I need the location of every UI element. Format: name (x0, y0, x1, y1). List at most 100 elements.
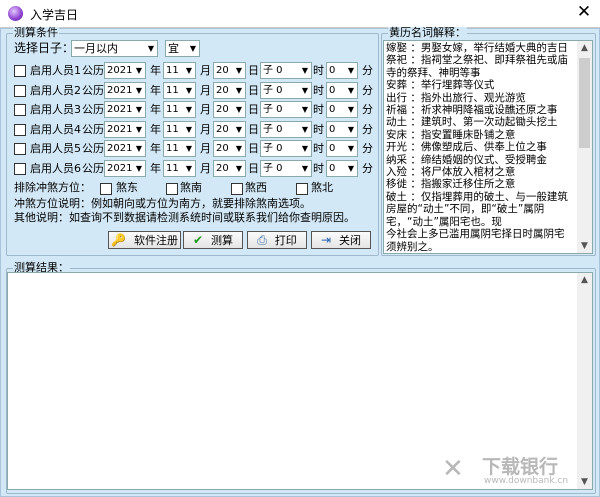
day-select[interactable]: 20 ▼ (213, 62, 246, 79)
chevron-down-icon: ▼ (147, 44, 154, 53)
chevron-down-icon: ▼ (235, 144, 242, 154)
scroll-down-icon[interactable]: ▼ (577, 241, 592, 251)
person-row: 启用人员4 公历 2021 ▼ 年 11 ▼ 月 20 ▼ 日 子 0 ▼ 时 0 ▼ 分 (0, 120, 378, 140)
close-window-button[interactable]: ✕ (572, 2, 596, 22)
minute-select[interactable]: 0 ▼ (326, 101, 358, 119)
glossary-scrollbar[interactable]: ▲ ▼ (577, 41, 592, 253)
scroll-down-icon[interactable]: ▼ (577, 477, 592, 487)
glossary-line: 解除 ：指冲洗清扫宅舍、解除灾厄等事 (386, 253, 578, 254)
minute-select[interactable]: 0 ▼ (326, 120, 358, 138)
person-label: 启用人员3 (30, 103, 81, 117)
hour-unit: 时 (313, 122, 324, 136)
register-button[interactable]: 🔑 软件注册 (108, 231, 181, 249)
close-button[interactable]: ⇥ 关闭 (311, 231, 371, 249)
enable-person-checkbox[interactable] (14, 163, 26, 175)
year-select[interactable]: 2021 ▼ (104, 140, 146, 158)
scroll-up-icon[interactable]: ▲ (577, 43, 592, 53)
enable-person-checkbox[interactable] (14, 84, 26, 97)
enable-person-checkbox[interactable] (14, 123, 26, 136)
app-icon (8, 6, 23, 21)
month-select[interactable]: 11 ▼ (163, 81, 196, 99)
year-select[interactable]: 2021 ▼ (104, 62, 146, 79)
day-select[interactable]: 20 ▼ (213, 160, 246, 177)
hour-select[interactable]: 子 0 ▼ (260, 101, 312, 119)
enable-person-checkbox[interactable] (14, 65, 26, 77)
print-button[interactable]: ⎙ 打印 (247, 231, 307, 249)
day-select[interactable]: 20 ▼ (213, 120, 246, 138)
person-label: 启用人员5 (30, 142, 81, 156)
enable-person-checkbox[interactable] (14, 143, 26, 156)
year-select[interactable]: 2021 ▼ (104, 160, 146, 177)
day-select[interactable]: 20 ▼ (213, 140, 246, 158)
year-select[interactable]: 2021 ▼ (104, 101, 146, 119)
direction-east-label: 煞东 (116, 181, 138, 194)
month-select[interactable]: 11 ▼ (163, 140, 196, 158)
results-scrollbar[interactable]: ▲ ▼ (577, 273, 592, 489)
hour-unit: 时 (313, 162, 324, 175)
hour-select-value: 子 0 (263, 123, 283, 135)
glossary-line: 宅，“动土”属阳宅也。现 (386, 215, 502, 228)
hour-select[interactable]: 子 0 ▼ (260, 120, 312, 138)
glossary-line: 祈福 ：祈求神明降福或设醮还原之事 (386, 104, 558, 117)
day-select[interactable]: 20 ▼ (213, 101, 246, 119)
minute-select-value: 0 (329, 84, 336, 96)
month-unit: 月 (200, 103, 211, 117)
chevron-down-icon: ▼ (185, 124, 192, 134)
chevron-down-icon: ▼ (185, 144, 192, 154)
enable-person-checkbox[interactable] (14, 104, 26, 117)
year-select[interactable]: 2021 ▼ (104, 81, 146, 99)
chevron-down-icon: ▼ (185, 66, 192, 75)
hour-select[interactable]: 子 0 ▼ (260, 160, 312, 177)
calculate-label: 测算 (211, 234, 234, 247)
range-select[interactable]: 一月以内 ▼ (71, 40, 158, 57)
close-label: 关闭 (339, 234, 362, 247)
month-unit: 月 (200, 142, 211, 156)
glossary-line: 房屋的“动土”不同，即“破土”属阴 (386, 203, 545, 216)
year-select-value: 2021 (107, 65, 133, 76)
month-select[interactable]: 11 ▼ (163, 101, 196, 119)
year-unit: 年 (150, 142, 161, 156)
printer-icon: ⎙ (257, 232, 267, 247)
chevron-down-icon: ▼ (135, 124, 142, 134)
year-select[interactable]: 2021 ▼ (104, 120, 146, 138)
direction-north-checkbox[interactable] (296, 183, 308, 195)
register-label: 软件注册 (133, 234, 178, 247)
chevron-down-icon: ▼ (235, 105, 242, 115)
person-row: 启用人员2 公历 2021 ▼ 年 11 ▼ 月 20 ▼ 日 子 0 ▼ 时 0 ▼ 分 (0, 81, 378, 101)
month-select[interactable]: 11 ▼ (163, 160, 196, 177)
chevron-down-icon: ▼ (301, 85, 308, 95)
month-select[interactable]: 11 ▼ (163, 120, 196, 138)
person-row: 启用人员5 公历 2021 ▼ 年 11 ▼ 月 20 ▼ 日 子 0 ▼ 时 0 ▼ 分 (0, 140, 378, 159)
scroll-up-icon[interactable]: ▲ (577, 275, 592, 285)
year-select-value: 2021 (107, 123, 133, 135)
day-unit: 日 (248, 83, 259, 97)
other-note: 其他说明：如查询不到数据请检测系统时间或联系我们给你查明原因。 (14, 211, 355, 224)
scroll-thumb[interactable] (579, 58, 590, 148)
chevron-down-icon: ▼ (301, 144, 308, 154)
minute-select[interactable]: 0 ▼ (326, 160, 358, 177)
hour-select[interactable]: 子 0 ▼ (260, 62, 312, 79)
calculate-button[interactable]: ✔ 测算 (183, 231, 243, 249)
chevron-down-icon: ▼ (235, 66, 242, 75)
window-title: 入学吉日 (30, 8, 79, 22)
type-select[interactable]: 宜 ▼ (165, 40, 200, 57)
year-unit: 年 (150, 122, 161, 136)
direction-east-checkbox[interactable] (100, 183, 112, 195)
check-icon: ✔ (192, 233, 204, 247)
glossary-textbox[interactable]: 嫁娶 ：男娶女嫁，举行结婚大典的吉日 祭祀 ：指祠堂之祭祀、即拜祭祖先或庙 寺的祭拜… (383, 40, 593, 254)
hour-select[interactable]: 子 0 ▼ (260, 81, 312, 99)
person-row: 启用人员6 公历 2021 ▼ 年 11 ▼ 月 20 ▼ 日 子 0 ▼ 时 0 ▼ 分 (0, 160, 378, 179)
minute-select[interactable]: 0 ▼ (326, 140, 358, 158)
direction-south-checkbox[interactable] (166, 183, 178, 195)
type-value: 宜 (168, 42, 179, 55)
direction-west-checkbox[interactable] (231, 183, 243, 195)
glossary-line: 动土 ：建筑时、第一次动起锄头挖土 (386, 116, 558, 129)
day-select[interactable]: 20 ▼ (213, 81, 246, 99)
person-label: 启用人员2 (30, 83, 81, 97)
hour-select-value: 子 0 (263, 84, 283, 96)
hour-select[interactable]: 子 0 ▼ (260, 140, 312, 158)
month-select[interactable]: 11 ▼ (163, 62, 196, 79)
minute-select[interactable]: 0 ▼ (326, 81, 358, 99)
chevron-down-icon: ▼ (185, 105, 192, 115)
minute-select[interactable]: 0 ▼ (326, 62, 358, 79)
